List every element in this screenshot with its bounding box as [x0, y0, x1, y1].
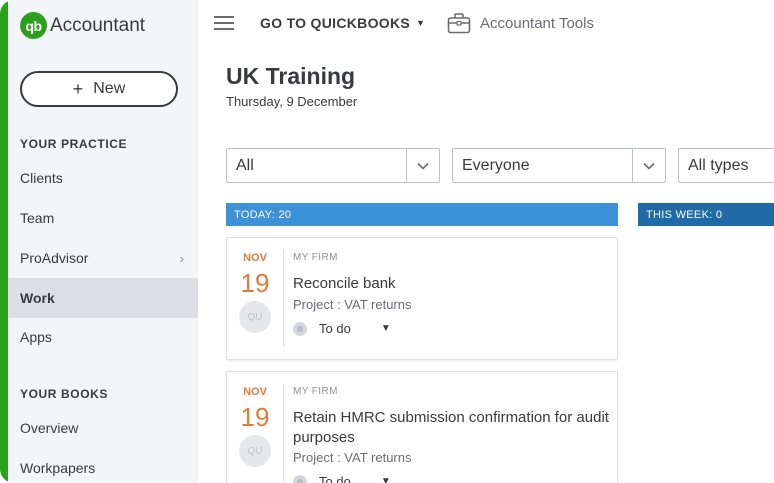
- chevron-down-icon: [632, 149, 665, 182]
- chevron-down-icon: [406, 149, 439, 182]
- task-due-day: 19: [240, 402, 270, 432]
- sidebar-item-clients[interactable]: Clients: [8, 158, 198, 198]
- go-to-quickbooks-button[interactable]: GO TO QUICKBOOKS ▼: [260, 15, 425, 31]
- status-filter-select[interactable]: All: [226, 148, 440, 183]
- assignee-avatar: QU: [239, 301, 271, 333]
- new-button-label: New: [93, 80, 126, 97]
- sidebar-item-label: Clients: [20, 170, 63, 186]
- accountant-tools-label: Accountant Tools: [480, 14, 594, 32]
- status-filter-value: All: [236, 156, 254, 174]
- task-title[interactable]: Reconcile bank: [293, 274, 613, 294]
- plus-icon: +: [72, 78, 84, 99]
- section-heading-practice: YOUR PRACTICE: [20, 137, 128, 151]
- status-dot-icon: [293, 474, 307, 483]
- sidebar-item-label: Apps: [20, 329, 52, 345]
- sidebar-item-team[interactable]: Team: [8, 198, 198, 238]
- caret-down-icon: ▼: [380, 476, 391, 483]
- new-button[interactable]: + New: [20, 71, 178, 107]
- sidebar-item-label: Work: [20, 290, 55, 306]
- assignee-avatar: QU: [239, 435, 271, 467]
- type-filter-select[interactable]: All types: [678, 148, 774, 183]
- logo-text: Accountant: [50, 14, 146, 36]
- hamburger-menu-icon[interactable]: [214, 16, 234, 30]
- task-project: Project : VAT returns: [293, 297, 412, 312]
- sidebar-item-workpapers[interactable]: Workpapers: [8, 448, 198, 483]
- page-title: UK Training: [226, 63, 356, 89]
- task-card[interactable]: NOV 19 QU MY FIRM Retain HMRC submission…: [226, 371, 618, 483]
- chevron-right-icon: ›: [179, 251, 184, 266]
- today-column-header: TODAY: 20: [226, 203, 618, 226]
- task-project: Project : VAT returns: [293, 450, 412, 465]
- section-heading-books: YOUR BOOKS: [20, 387, 109, 401]
- sidebar-item-label: Workpapers: [20, 460, 96, 476]
- page-date: Thursday, 9 December: [226, 94, 358, 109]
- sidebar-item-work[interactable]: Work: [8, 278, 198, 318]
- sidebar-item-label: Team: [20, 210, 55, 226]
- app-window: qb Accountant + New YOUR PRACTICE Client…: [0, 0, 774, 483]
- go-to-quickbooks-label: GO TO QUICKBOOKS: [260, 15, 410, 31]
- this-week-count-label: THIS WEEK: 0: [646, 208, 723, 221]
- task-title[interactable]: Retain HMRC submission confirmation for …: [293, 408, 613, 448]
- sidebar-item-overview[interactable]: Overview: [8, 408, 198, 448]
- app-logo[interactable]: qb Accountant: [20, 12, 145, 39]
- this-week-column-header: THIS WEEK: 0: [638, 203, 774, 226]
- task-status-dropdown[interactable]: To do ▼: [293, 321, 391, 336]
- brand-edge: [0, 0, 8, 483]
- task-firm: MY FIRM: [293, 252, 338, 263]
- briefcase-icon: [447, 13, 471, 34]
- status-dot-icon: [293, 321, 307, 336]
- card-divider: [283, 250, 284, 346]
- caret-down-icon: ▼: [380, 323, 391, 334]
- assignee-filter-select[interactable]: Everyone: [452, 148, 666, 183]
- caret-down-icon: ▼: [416, 18, 426, 28]
- assignee-filter-value: Everyone: [462, 156, 530, 174]
- task-status-label: To do: [319, 321, 351, 336]
- accountant-tools-button[interactable]: Accountant Tools: [447, 12, 594, 34]
- card-divider: [283, 384, 284, 483]
- qb-logo-icon: qb: [20, 12, 47, 39]
- task-due-day: 19: [240, 268, 270, 298]
- task-due-month: NOV: [243, 252, 267, 264]
- today-count-label: TODAY: 20: [234, 208, 292, 221]
- sidebar-item-apps[interactable]: Apps: [8, 317, 198, 357]
- task-due-month: NOV: [243, 386, 267, 398]
- sidebar-item-label: Overview: [20, 420, 79, 436]
- sidebar-item-label: ProAdvisor: [20, 250, 89, 266]
- task-card[interactable]: NOV 19 QU MY FIRM Reconcile bank Project…: [226, 237, 618, 360]
- task-status-label: To do: [319, 474, 351, 483]
- sidebar-item-proadvisor[interactable]: ProAdvisor ›: [8, 238, 198, 278]
- sidebar: qb Accountant + New YOUR PRACTICE Client…: [8, 0, 198, 483]
- task-status-dropdown[interactable]: To do ▼: [293, 474, 391, 483]
- type-filter-value: All types: [688, 156, 749, 174]
- task-firm: MY FIRM: [293, 386, 338, 397]
